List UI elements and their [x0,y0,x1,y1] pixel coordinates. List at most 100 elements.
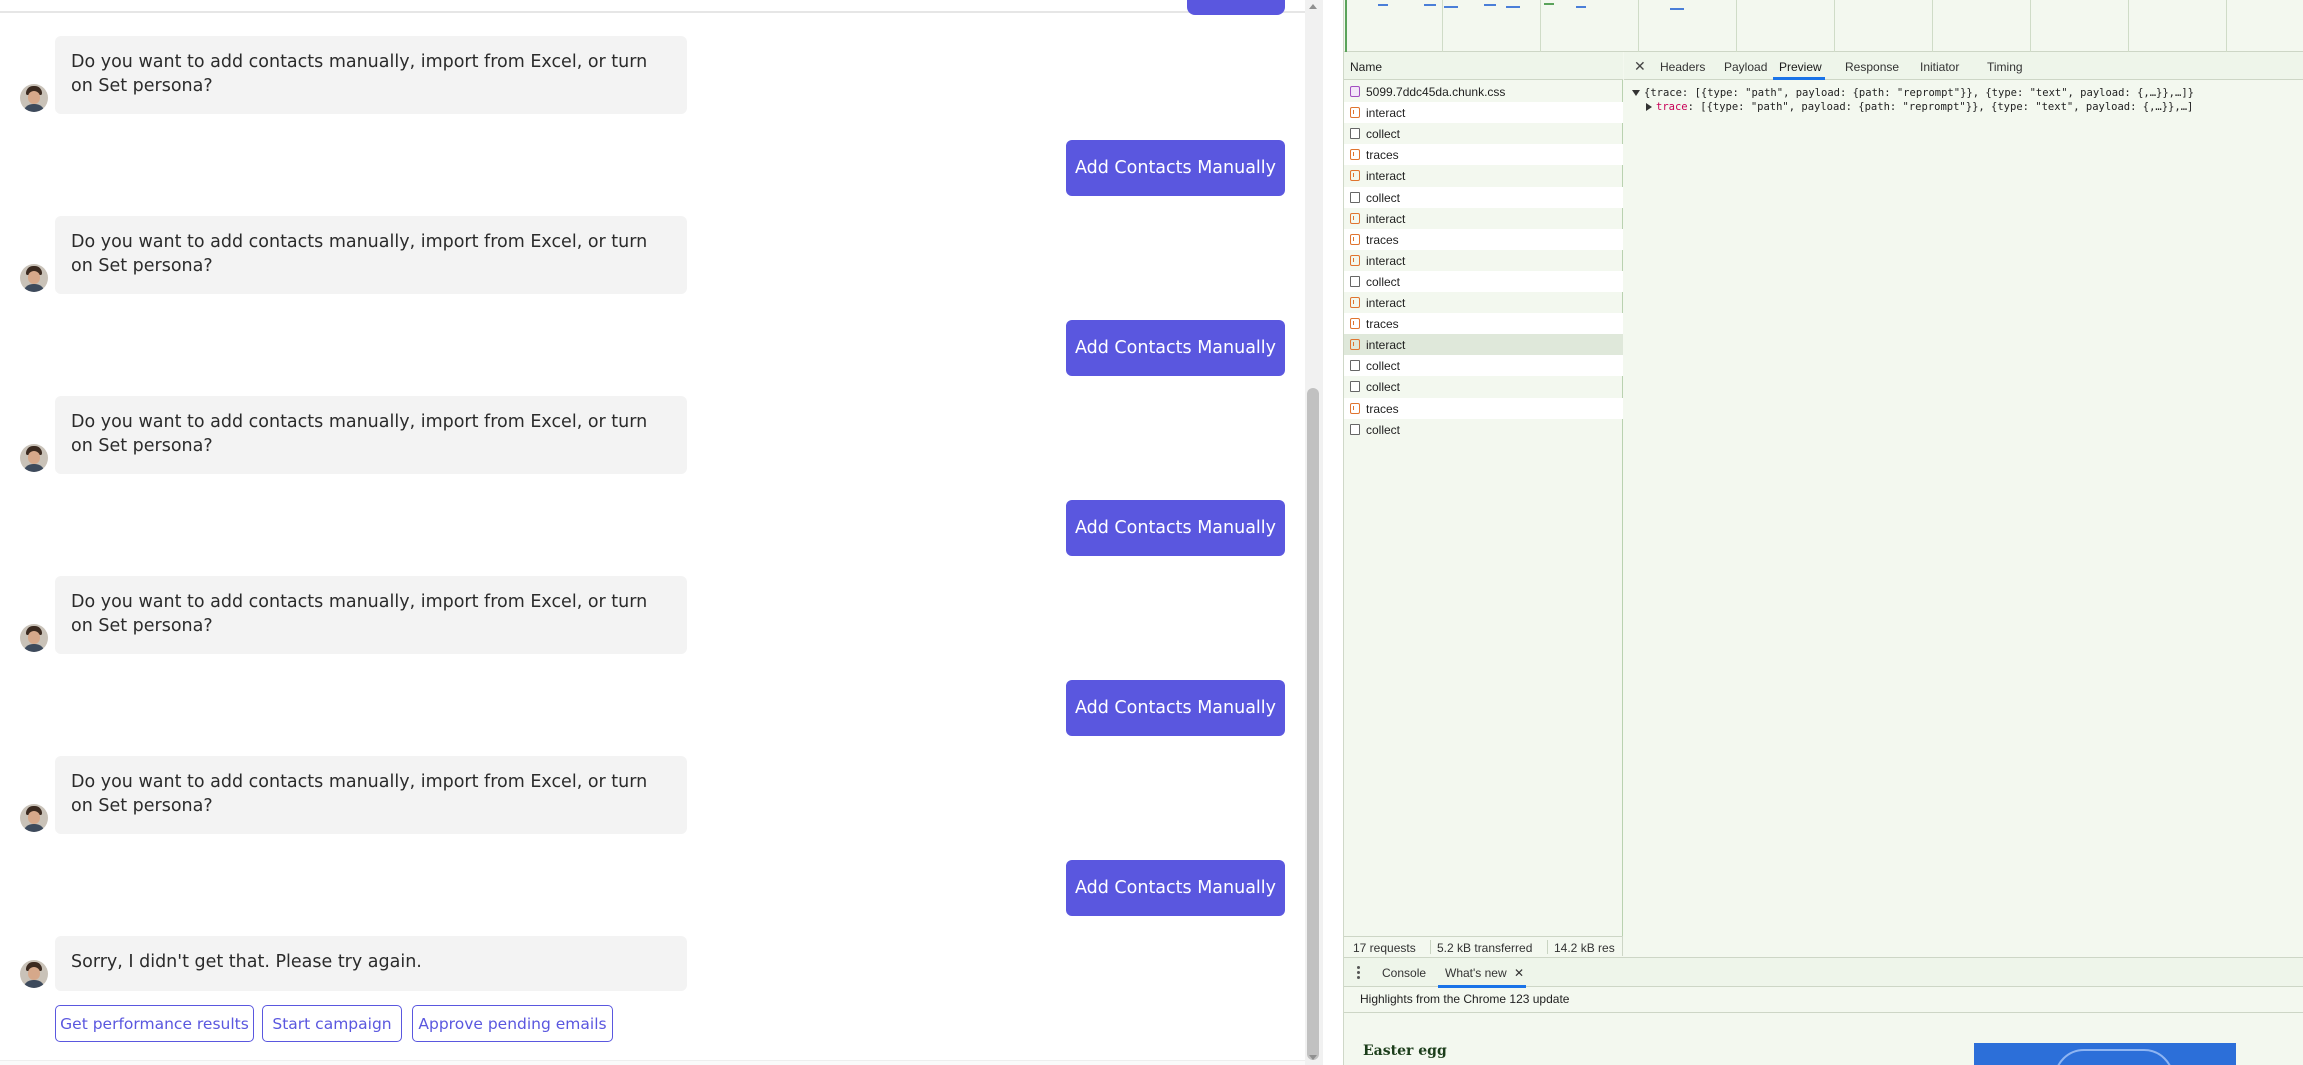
timeline-marker [1345,0,1347,52]
pane-separator [1323,0,1343,1065]
chat-top-divider [0,11,1305,13]
tab-payload[interactable]: Payload [1724,60,1767,74]
chat-scrollbar-thumb[interactable] [1307,388,1319,1060]
preview-root-text: {trace: [{type: "path", payload: {path: … [1644,87,2194,99]
quick-reply-start-campaign[interactable]: Start campaign [262,1005,402,1042]
add-contacts-manually-button[interactable]: Add Contacts Manually [1066,680,1285,736]
xhr-icon [1350,212,1360,224]
drawer-tab-whats-new[interactable]: What's new [1445,966,1507,980]
bot-message: Do you want to add contacts manually, im… [0,396,700,476]
timeline-gridline [1736,0,1737,52]
drawer-tab-console[interactable]: Console [1382,966,1426,980]
scroll-down-arrow-icon[interactable] [1309,1055,1317,1060]
tab-preview[interactable]: Preview [1779,60,1822,74]
more-options-icon[interactable] [1357,966,1360,979]
request-row[interactable]: collect [1344,376,1623,397]
bot-message-text: Do you want to add contacts manually, im… [55,396,687,474]
bot-avatar [20,804,48,832]
bot-avatar [20,84,48,112]
xhr-icon [1350,233,1360,245]
request-row[interactable]: collect [1344,355,1623,377]
timeline-request-bar [1506,6,1520,8]
transferred-size: 5.2 kB transferred [1437,941,1533,955]
bot-message-text: Do you want to add contacts manually, im… [55,216,687,294]
name-column-header[interactable]: Name [1344,52,1623,80]
timeline-gridline [1638,0,1639,52]
xhr-icon [1350,339,1360,351]
timeline-gridline [2128,0,2129,52]
add-contacts-manually-button[interactable]: Add Contacts Manually [1066,320,1285,376]
request-name: interact [1366,338,1406,353]
chat-bottom-edge [0,1060,1305,1065]
timeline-gridline [1540,0,1541,52]
collapsed-triangle-icon[interactable] [1646,103,1652,111]
add-contacts-manually-button[interactable]: Add Contacts Manually [1066,140,1285,196]
timeline-request-bar [1424,4,1436,6]
bot-avatar [20,960,48,988]
timeline-request-bar [1484,4,1496,6]
quick-reply-approve-pending-emails[interactable]: Approve pending emails [412,1005,613,1042]
css-file-icon [1350,86,1360,97]
request-row[interactable]: collect [1344,419,1623,440]
xhr-icon [1350,254,1360,266]
quick-reply-get-performance-results[interactable]: Get performance results [55,1005,254,1042]
request-name: traces [1366,148,1399,163]
preview-trace-line[interactable]: trace: [{type: "path", payload: {path: "… [1646,101,2193,113]
network-status-bar: 17 requests 5.2 kB transferred 14.2 kB r… [1344,936,1623,956]
tab-initiator[interactable]: Initiator [1920,60,1959,74]
bot-message: Do you want to add contacts manually, im… [0,36,700,116]
add-contacts-manually-button[interactable]: Add Contacts Manually [1066,500,1285,556]
tab-response[interactable]: Response [1845,60,1899,74]
document-icon [1350,381,1360,393]
document-icon [1350,423,1360,435]
request-row[interactable]: interact [1344,208,1623,229]
devtools-panel: Name 5099.7ddc45da.chunk.css interact coll… [1343,0,2303,1065]
request-name: interact [1366,296,1406,310]
request-row[interactable]: interact [1344,292,1623,313]
timeline-gridline [1932,0,1933,52]
request-row[interactable]: collect [1344,186,1623,208]
drawer-tab-bar: Console What's new ✕ [1344,957,2303,988]
active-tab-indicator [1773,77,1825,80]
xhr-icon [1350,297,1360,308]
bot-message: Do you want to add contacts manually, im… [0,756,700,836]
close-icon[interactable]: ✕ [1634,58,1646,75]
close-drawer-tab-icon[interactable]: ✕ [1514,966,1524,980]
request-row[interactable]: interact [1344,165,1623,186]
request-row[interactable]: collect [1344,270,1623,292]
status-divider [1547,940,1548,954]
request-name: 5099.7ddc45da.chunk.css [1366,85,1506,99]
bot-message-text: Do you want to add contacts manually, im… [55,576,687,654]
bot-avatar [20,264,48,292]
preview-root-line[interactable]: {trace: [{type: "path", payload: {path: … [1632,87,2194,99]
request-row[interactable]: traces [1344,313,1623,335]
network-overview-timeline[interactable] [1344,0,2303,52]
easter-egg-title: Easter egg [1363,1043,1447,1059]
scroll-up-arrow-icon[interactable] [1309,4,1317,9]
request-row[interactable]: interact [1344,334,1623,356]
bot-message-text: Do you want to add contacts manually, im… [55,756,687,834]
tab-headers[interactable]: Headers [1660,60,1705,74]
add-contacts-manually-button[interactable]: Add Contacts Manually [1066,860,1285,916]
bot-message-text: Sorry, I didn't get that. Please try aga… [55,936,687,991]
request-row[interactable]: 5099.7ddc45da.chunk.css [1344,81,1623,102]
user-reply-button-partial[interactable] [1187,0,1285,15]
xhr-icon [1350,318,1360,330]
request-row[interactable]: collect [1344,123,1623,144]
request-detail-pane: ✕ Headers Payload Preview Response Initi… [1624,52,2303,936]
request-row[interactable]: traces [1344,144,1623,166]
drawer-divider [1344,1012,2303,1013]
request-name: interact [1366,106,1406,121]
timeline-request-bar [1378,4,1388,6]
expand-triangle-icon[interactable] [1632,90,1640,96]
request-name: collect [1366,190,1401,205]
bot-message: Do you want to add contacts manually, im… [0,216,700,296]
request-row[interactable]: interact [1344,102,1623,124]
request-row[interactable]: traces [1344,397,1623,419]
xhr-icon [1350,402,1360,414]
tab-timing[interactable]: Timing [1987,60,2023,74]
request-row[interactable]: traces [1344,228,1623,250]
whats-new-panel: Highlights from the Chrome 123 update Ea… [1344,988,2303,1065]
request-list: Name 5099.7ddc45da.chunk.css interact coll… [1344,52,1623,936]
request-row[interactable]: interact [1344,250,1623,271]
